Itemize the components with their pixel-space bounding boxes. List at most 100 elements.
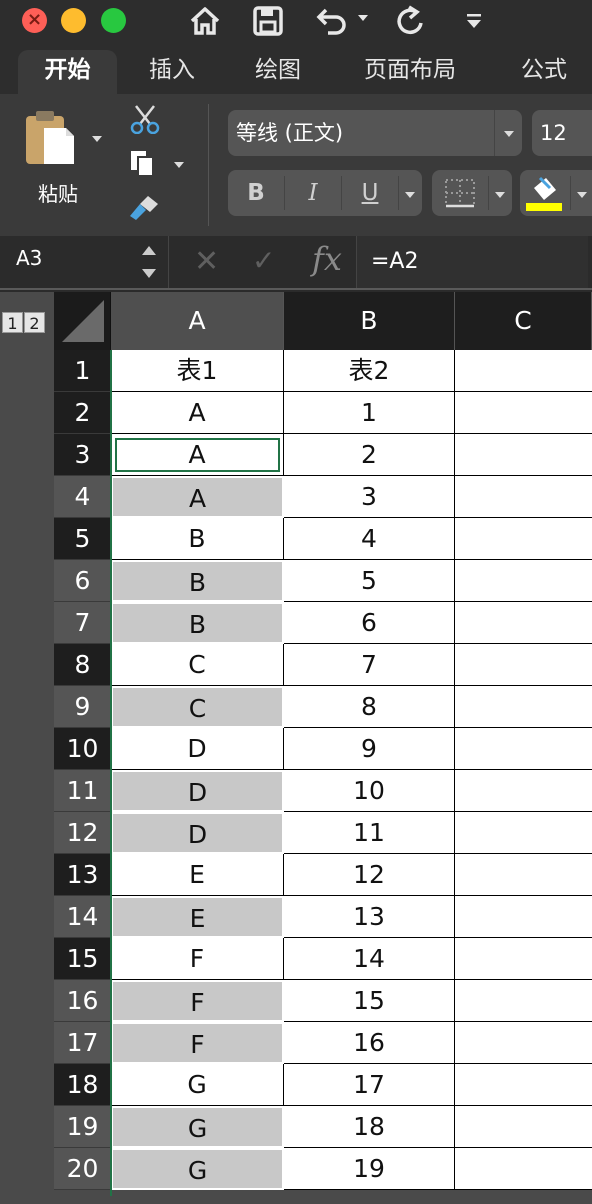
cell-b[interactable]: 2	[284, 434, 455, 476]
bold-button[interactable]: B	[228, 170, 284, 216]
row-header[interactable]: 18	[54, 1064, 111, 1106]
row-header[interactable]: 11	[54, 770, 111, 812]
row-header[interactable]: 5	[54, 518, 111, 560]
cell-b[interactable]: 12	[284, 854, 455, 896]
cell-c[interactable]	[455, 1106, 592, 1148]
select-all-corner[interactable]	[54, 292, 111, 350]
row-header[interactable]: 9	[54, 686, 111, 728]
cell-a[interactable]: C	[111, 686, 284, 728]
formula-input[interactable]: =A2	[356, 236, 588, 288]
row-header[interactable]: 19	[54, 1106, 111, 1148]
cell-a[interactable]: G	[111, 1148, 284, 1190]
row-header[interactable]: 6	[54, 560, 111, 602]
row-header[interactable]: 3	[54, 434, 111, 476]
cell-b[interactable]: 3	[284, 476, 455, 518]
cut-icon[interactable]	[128, 104, 162, 138]
font-size-select[interactable]: 12	[532, 110, 592, 156]
zoom-window-button[interactable]	[101, 8, 126, 33]
cell-b[interactable]: 15	[284, 980, 455, 1022]
row-header[interactable]: 15	[54, 938, 111, 980]
minimize-window-button[interactable]	[61, 8, 86, 33]
cell-b[interactable]: 19	[284, 1148, 455, 1190]
cell-b[interactable]: 1	[284, 392, 455, 434]
tab-home[interactable]: 开始	[18, 50, 117, 94]
cell-a[interactable]: B	[111, 560, 284, 602]
italic-button[interactable]: I	[285, 170, 341, 216]
row-header[interactable]: 7	[54, 602, 111, 644]
row-header[interactable]: 10	[54, 728, 111, 770]
tab-formulas[interactable]: 公式	[504, 50, 584, 94]
cell-b[interactable]: 17	[284, 1064, 455, 1106]
underline-dropdown-icon[interactable]	[403, 186, 417, 205]
cell-c[interactable]	[455, 980, 592, 1022]
undo-dropdown-icon[interactable]	[356, 10, 370, 44]
cell-c[interactable]	[455, 518, 592, 560]
enter-formula-icon[interactable]: ✓	[252, 244, 275, 277]
close-window-button[interactable]	[22, 8, 47, 33]
format-painter-icon[interactable]	[126, 192, 162, 228]
column-header-c[interactable]: C	[455, 292, 592, 350]
tab-draw[interactable]: 绘图	[240, 50, 316, 94]
column-header-b[interactable]: B	[284, 292, 455, 350]
row-header[interactable]: 17	[54, 1022, 111, 1064]
cell-a[interactable]: F	[111, 980, 284, 1022]
name-box-stepper-icon[interactable]	[140, 242, 158, 286]
row-header[interactable]: 20	[54, 1148, 111, 1190]
cell-a[interactable]: F	[111, 938, 284, 980]
cell-b[interactable]: 5	[284, 560, 455, 602]
column-header-a[interactable]: A	[111, 292, 284, 350]
underline-button[interactable]: U	[342, 170, 398, 216]
cell-c[interactable]	[455, 602, 592, 644]
cell-b[interactable]: 13	[284, 896, 455, 938]
cell-c[interactable]	[455, 350, 592, 392]
redo-icon[interactable]	[394, 4, 428, 38]
cell-c[interactable]	[455, 728, 592, 770]
cell-a[interactable]: F	[111, 1022, 284, 1064]
cell-b[interactable]: 10	[284, 770, 455, 812]
cell-c[interactable]	[455, 434, 592, 476]
cell-b[interactable]: 4	[284, 518, 455, 560]
borders-icon[interactable]	[444, 178, 476, 212]
cell-c[interactable]	[455, 560, 592, 602]
cell-b[interactable]: 14	[284, 938, 455, 980]
cell-b[interactable]: 9	[284, 728, 455, 770]
cell-a[interactable]: C	[111, 644, 284, 686]
cell-a[interactable]: 表1	[111, 350, 284, 392]
row-header[interactable]: 12	[54, 812, 111, 854]
copy-icon[interactable]	[128, 148, 158, 182]
cell-b[interactable]: 6	[284, 602, 455, 644]
cell-a[interactable]: G	[111, 1106, 284, 1148]
cell-c[interactable]	[455, 644, 592, 686]
tab-page-layout[interactable]: 页面布局	[348, 50, 472, 94]
cell-a[interactable]: B	[111, 518, 284, 560]
cell-c[interactable]	[455, 812, 592, 854]
cell-a[interactable]: G	[111, 1064, 284, 1106]
cell-c[interactable]	[455, 770, 592, 812]
copy-dropdown-icon[interactable]	[172, 156, 186, 175]
row-header[interactable]: 8	[54, 644, 111, 686]
font-name-select[interactable]: 等线 (正文)	[228, 110, 522, 156]
cell-c[interactable]	[455, 1148, 592, 1190]
fill-color-dropdown-icon[interactable]	[575, 186, 589, 205]
cell-c[interactable]	[455, 896, 592, 938]
row-header[interactable]: 1	[54, 350, 111, 392]
paste-dropdown-icon[interactable]	[90, 130, 104, 149]
row-header[interactable]: 2	[54, 392, 111, 434]
fill-color-icon[interactable]	[526, 174, 562, 216]
cell-c[interactable]	[455, 476, 592, 518]
cell-b[interactable]: 7	[284, 644, 455, 686]
cell-a[interactable]: D	[111, 770, 284, 812]
row-header[interactable]: 14	[54, 896, 111, 938]
font-name-dropdown-icon[interactable]	[494, 110, 522, 156]
row-header[interactable]: 13	[54, 854, 111, 896]
cell-b[interactable]: 8	[284, 686, 455, 728]
cell-c[interactable]	[455, 1022, 592, 1064]
cell-b[interactable]: 18	[284, 1106, 455, 1148]
cell-c[interactable]	[455, 854, 592, 896]
cell-c[interactable]	[455, 1064, 592, 1106]
cell-a[interactable]: A	[111, 434, 284, 476]
cell-c[interactable]	[455, 392, 592, 434]
insert-function-icon[interactable]: fx	[312, 240, 342, 278]
row-header[interactable]: 16	[54, 980, 111, 1022]
tab-insert[interactable]: 插入	[132, 50, 212, 94]
